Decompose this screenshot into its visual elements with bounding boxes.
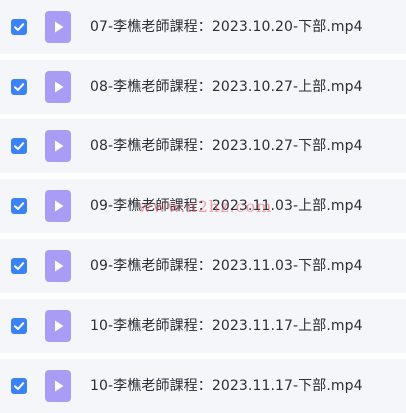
checkmark-icon xyxy=(14,83,25,91)
checkbox-checked[interactable] xyxy=(11,138,27,154)
file-row[interactable]: 10-李樵老師課程：2023.11.17-下部.mp4 xyxy=(0,359,406,413)
file-row[interactable]: 10-李樵老師課程：2023.11.17-上部.mp4 xyxy=(0,299,406,353)
checkmark-icon xyxy=(14,262,25,270)
file-row[interactable]: 07-李樵老師課程：2023.10.20-下部.mp4 xyxy=(0,0,406,54)
checkmark-icon xyxy=(14,202,25,210)
file-name[interactable]: 09-李樵老師課程：2023.11.03-上部.mp4 xyxy=(90,179,363,233)
checkmark-icon xyxy=(14,382,25,390)
file-name[interactable]: 08-李樵老師課程：2023.10.27-上部.mp4 xyxy=(90,60,363,114)
file-row[interactable]: 08-李樵老師課程：2023.10.27-上部.mp4 xyxy=(0,60,406,114)
video-file-icon xyxy=(45,130,71,162)
file-name[interactable]: 09-李樵老師課程：2023.11.03-下部.mp4 xyxy=(90,239,363,293)
video-file-icon xyxy=(45,370,71,402)
file-name[interactable]: 10-李樵老師課程：2023.11.17-上部.mp4 xyxy=(90,299,363,353)
checkbox-checked[interactable] xyxy=(11,378,27,394)
checkmark-icon xyxy=(14,322,25,330)
file-name[interactable]: 08-李樵老師課程：2023.10.27-下部.mp4 xyxy=(90,119,363,173)
video-file-icon xyxy=(45,11,71,43)
checkbox-checked[interactable] xyxy=(11,258,27,274)
checkbox-checked[interactable] xyxy=(11,198,27,214)
checkbox-checked[interactable] xyxy=(11,19,27,35)
checkmark-icon xyxy=(14,23,25,31)
video-file-icon xyxy=(45,310,71,342)
video-file-icon xyxy=(45,190,71,222)
file-name[interactable]: 07-李樵老師課程：2023.10.20-下部.mp4 xyxy=(90,0,363,54)
checkmark-icon xyxy=(14,142,25,150)
checkbox-checked[interactable] xyxy=(11,318,27,334)
file-row[interactable]: 09-李樵老師課程：2023.11.03-下部.mp4 xyxy=(0,239,406,293)
file-row[interactable]: 08-李樵老師課程：2023.10.27-下部.mp4 xyxy=(0,119,406,173)
checkbox-checked[interactable] xyxy=(11,79,27,95)
file-list: 07-李樵老師課程：2023.10.20-下部.mp4 08-李樵老師課程：20… xyxy=(0,0,406,413)
video-file-icon xyxy=(45,71,71,103)
video-file-icon xyxy=(45,250,71,282)
file-row[interactable]: 09-李樵老師課程：2023.11.03-上部.mp4 xyxy=(0,179,406,233)
file-name[interactable]: 10-李樵老師課程：2023.11.17-下部.mp4 xyxy=(90,359,363,413)
